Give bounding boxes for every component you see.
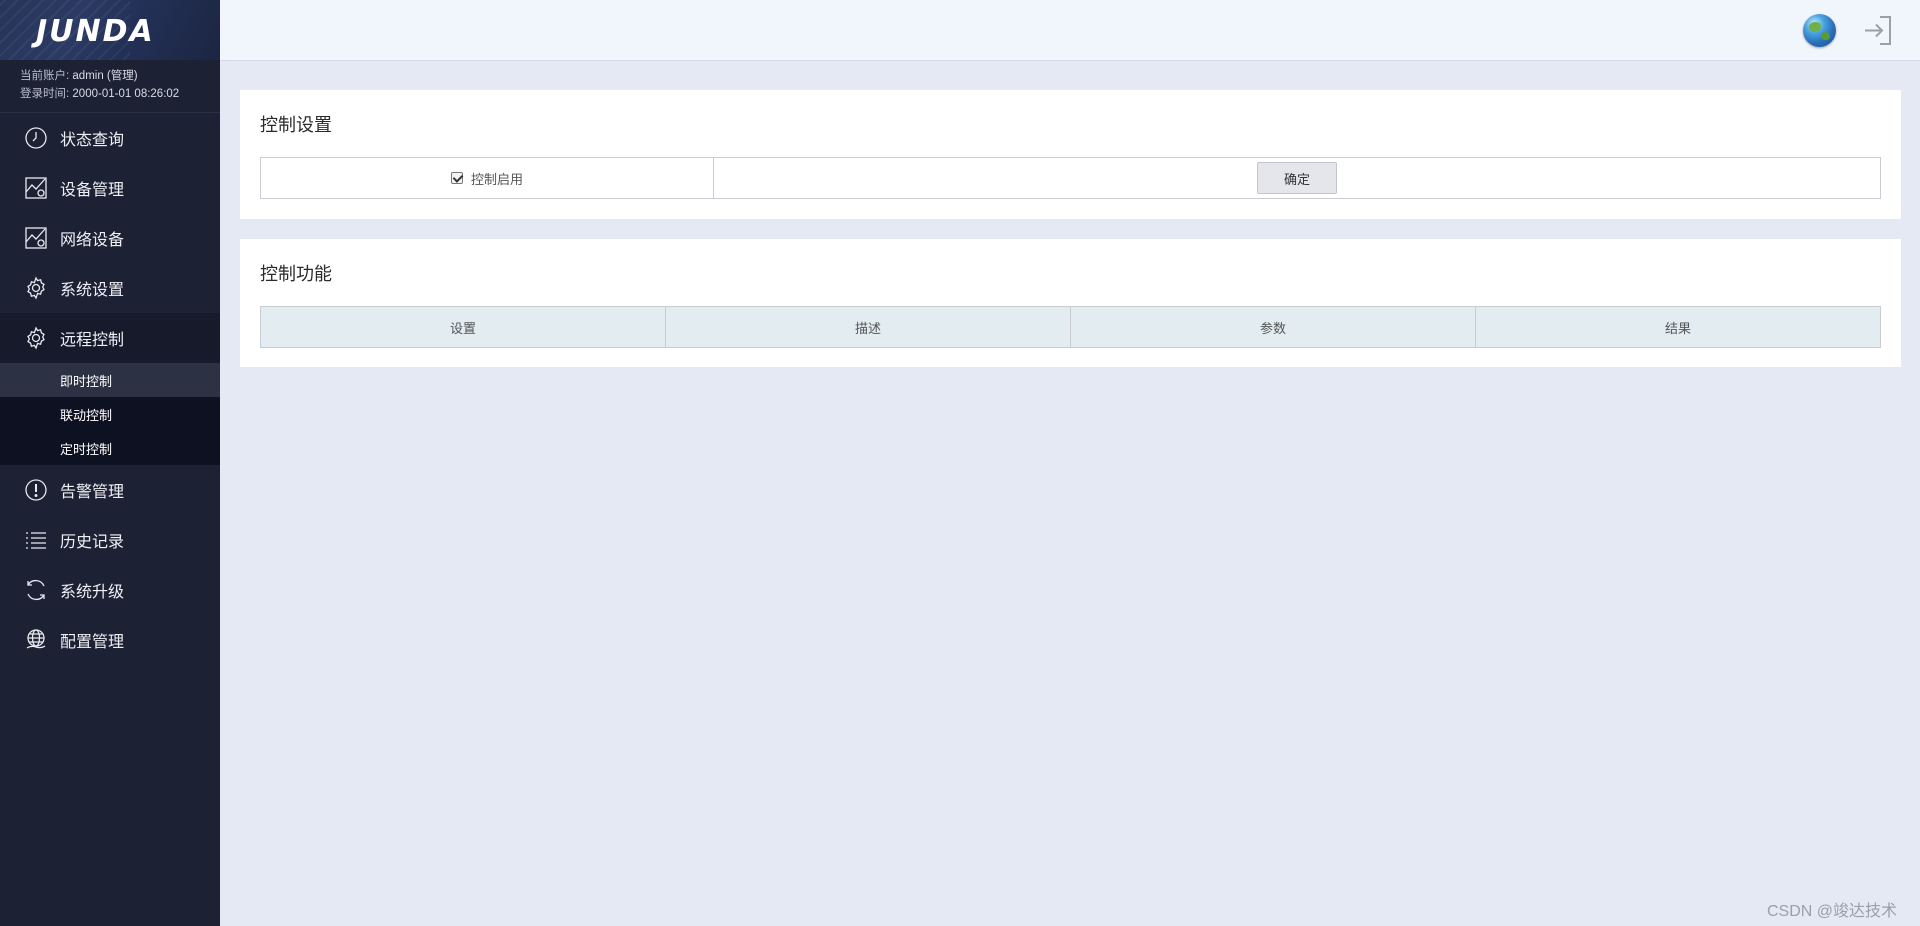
submenu-item-instant-control[interactable]: 即时控制 [0,363,220,397]
alert-icon [24,478,48,502]
nav-item-label: 配置管理 [60,634,125,651]
nav-item-network[interactable]: 网络设备 [0,213,220,263]
column-header-parameter: 参数 [1071,307,1476,347]
control-functions-panel: 控制功能 设置 描述 参数 结果 [240,239,1901,367]
login-time-label: 登录时间: [20,88,70,100]
refresh-icon [24,578,48,602]
watermark-text: CSDN @竣达技术 [1767,903,1898,920]
globe-hand-icon [24,628,48,652]
clock-icon [24,126,48,150]
column-header-result: 结果 [1664,320,1691,336]
top-header [220,0,1920,61]
network-chart-icon [24,226,48,250]
submenu-item-timed-control[interactable]: 定时控制 [0,431,220,465]
brand-logo: JUNDA [36,14,155,49]
gear-icon [24,326,48,350]
nav-item-label: 远程控制 [60,332,125,349]
confirm-button[interactable]: 确定 [1257,162,1337,194]
nav-item-system-settings[interactable]: 系统设置 [0,263,220,313]
submenu-item-linkage-control[interactable]: 联动控制 [0,397,220,431]
language-globe-icon[interactable] [1803,14,1836,47]
nav-item-label: 系统升级 [60,584,125,601]
control-enable-cell: 控制启用 [261,158,714,198]
nav-item-upgrade[interactable]: 系统升级 [0,565,220,615]
device-chart-icon [24,176,48,200]
sidebar: JUNDA 当前账户: admin (管理) 登录时间: 2000-01-01 … [0,0,220,926]
control-enable-table: 控制启用 确定 [260,157,1881,199]
control-enable-label: 控制启用 [470,171,523,187]
nav-item-status[interactable]: 状态查询 [0,113,220,163]
account-user-value: admin (管理) [72,70,138,82]
logo-area: JUNDA [0,0,220,60]
confirm-cell: 确定 [714,158,1880,198]
control-functions-title: 控制功能 [260,264,332,284]
column-header-description: 描述 [666,307,1071,347]
gear-icon [24,276,48,300]
nav-item-alarm[interactable]: 告警管理 [0,465,220,515]
nav-item-history[interactable]: 历史记录 [0,515,220,565]
nav-item-config[interactable]: 配置管理 [0,615,220,665]
login-time-value: 2000-01-01 08:26:02 [72,88,180,100]
list-icon [24,528,48,552]
nav-item-label: 告警管理 [60,484,125,501]
account-user-label: 当前账户: [20,70,70,82]
nav-item-label: 历史记录 [60,534,125,551]
logout-icon[interactable] [1862,14,1894,47]
column-header-setting: 设置 [261,307,666,347]
control-enable-checkbox[interactable] [450,172,463,184]
control-settings-panel: 控制设置 控制启用 确定 [240,90,1901,219]
nav-item-label: 网络设备 [60,232,125,249]
nav-item-label: 系统设置 [60,282,125,299]
control-settings-title: 控制设置 [260,115,332,135]
nav-item-remote-control[interactable]: 远程控制 [0,313,220,363]
control-functions-table-header: 设置 描述 参数 结果 [260,306,1881,348]
account-info: 当前账户: admin (管理) 登录时间: 2000-01-01 08:26:… [0,60,220,113]
nav-item-device[interactable]: 设备管理 [0,163,220,213]
nav-item-label: 状态查询 [60,132,125,149]
remote-control-submenu: 即时控制 联动控制 定时控制 [0,363,220,465]
nav-item-label: 设备管理 [60,182,125,199]
